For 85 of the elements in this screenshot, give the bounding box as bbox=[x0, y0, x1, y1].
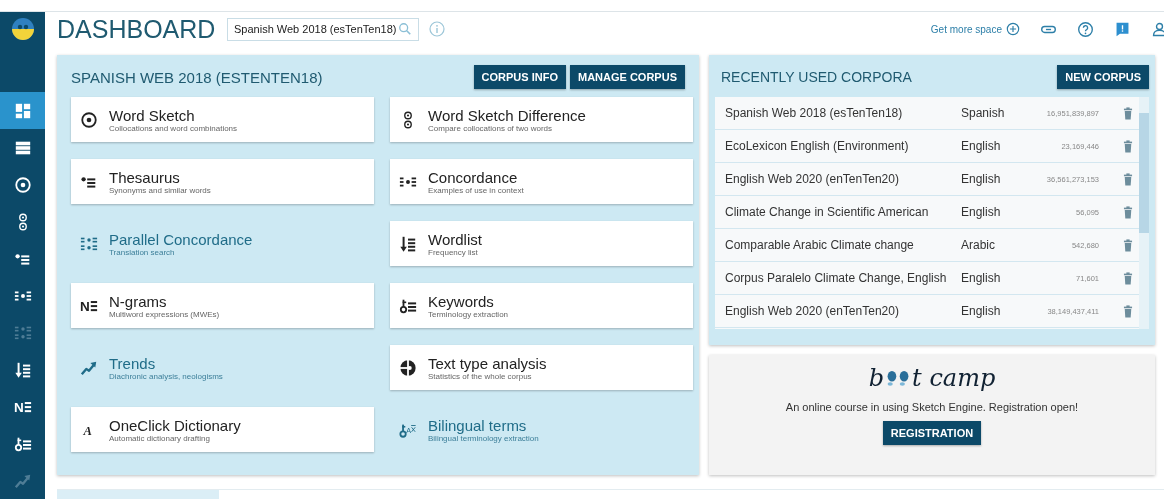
sidebar-target-icon bbox=[13, 175, 32, 194]
corpus-language: Spanish bbox=[961, 106, 1006, 120]
corpus-language: English bbox=[961, 271, 1002, 285]
tool-description: Translation search bbox=[109, 247, 176, 257]
tool-description: Bilingual terminology extraction bbox=[428, 433, 539, 443]
tool-dictionary-icon: A bbox=[80, 420, 98, 439]
tool-description: Frequency list bbox=[428, 247, 479, 257]
corpus-name: Spanish Web 2018 (esTenTen18) bbox=[725, 106, 904, 120]
tool-description: Diachronic analysis, neologisms bbox=[109, 371, 223, 381]
registration-button[interactable]: REGISTRATION bbox=[882, 421, 982, 445]
sidebar-dashboard-icon bbox=[13, 101, 32, 120]
corpus-language: Arabic bbox=[961, 238, 996, 252]
feedback-icon[interactable] bbox=[1114, 20, 1131, 38]
tool-card[interactable]: Word Sketch Difference Compare collocations of two words bbox=[390, 97, 693, 142]
corpus-title: SPANISH WEB 2018 (ESTENTEN18) bbox=[71, 68, 323, 86]
info-icon[interactable] bbox=[429, 21, 445, 37]
tool-description: Statistics of the whole corpus bbox=[428, 371, 532, 381]
tool-card[interactable]: Word Sketch Collocations and word combinations bbox=[71, 97, 374, 142]
tool-card[interactable]: Trends Diachronic analysis, neologisms bbox=[71, 345, 374, 390]
tool-name: Word Sketch bbox=[109, 106, 196, 124]
tool-name: Thesaurus bbox=[109, 168, 181, 186]
tool-target-icon bbox=[80, 110, 98, 129]
corpus-action-button[interactable]: CORPUS INFO bbox=[473, 65, 566, 89]
tool-description: Collocations and word combinations bbox=[109, 123, 238, 133]
corpus-name: English Web 2020 (enTenTen20) bbox=[725, 172, 900, 186]
search-icon[interactable] bbox=[398, 22, 412, 36]
trash-icon[interactable] bbox=[1123, 106, 1133, 120]
tool-card[interactable]: Thesaurus Synonyms and similar words bbox=[71, 159, 374, 204]
trash-icon[interactable] bbox=[1123, 172, 1133, 186]
tool-card[interactable]: Text type analysis Statistics of the whole corpus bbox=[390, 345, 693, 390]
tool-description: Multiword expressions (MWEs) bbox=[109, 309, 220, 319]
corpus-name: Corpus Paralelo Climate Change, English bbox=[725, 271, 948, 285]
tool-name: Concordance bbox=[428, 168, 519, 186]
tool-name: Wordlist bbox=[428, 230, 482, 248]
tool-sort-down-icon bbox=[399, 234, 417, 253]
bootcamp-logo-text: b bbox=[868, 365, 885, 391]
tool-name: Parallel Concordance bbox=[109, 230, 253, 248]
trash-icon[interactable] bbox=[1123, 139, 1133, 153]
trash-icon[interactable] bbox=[1123, 271, 1133, 285]
get-more-space-link[interactable]: Get more space bbox=[930, 23, 1002, 35]
tool-card[interactable]: Wordlist Frequency list bbox=[390, 221, 693, 266]
plus-circle-icon[interactable] bbox=[1006, 22, 1020, 36]
corpus-name: Climate Change in Scientific American bbox=[725, 205, 930, 219]
trash-icon[interactable] bbox=[1123, 205, 1133, 219]
tool-card[interactable]: N N-grams Multiword expressions (MWEs) bbox=[71, 283, 374, 328]
sidebar-sort-down-icon bbox=[13, 360, 32, 379]
sidebar-item[interactable]: N bbox=[0, 388, 45, 425]
trash-icon[interactable] bbox=[1123, 304, 1133, 318]
new-corpus-button[interactable]: NEW CORPUS bbox=[1057, 65, 1149, 89]
user-icon[interactable] bbox=[1151, 20, 1164, 38]
tool-card[interactable]: Concordance Examples of use in context bbox=[390, 159, 693, 204]
tool-name: Word Sketch Difference bbox=[428, 106, 586, 124]
corpus-action-button[interactable]: MANAGE CORPUS bbox=[570, 65, 685, 89]
scrollbar[interactable] bbox=[1139, 97, 1149, 329]
tool-description: Terminology extraction bbox=[428, 309, 509, 319]
tool-description: Automatic dictionary drafting bbox=[109, 433, 210, 443]
tool-name: Bilingual terms bbox=[428, 416, 528, 434]
tool-name: OneClick Dictionary bbox=[109, 416, 241, 434]
tool-card[interactable]: Keywords Terminology extraction bbox=[390, 283, 693, 328]
corpus-language: English bbox=[961, 304, 1002, 318]
logo-icon[interactable] bbox=[10, 17, 35, 41]
help-icon[interactable] bbox=[1077, 20, 1094, 38]
corpus-name: EcoLexicon English (Environment) bbox=[725, 139, 910, 153]
corpus-language: English bbox=[961, 139, 1002, 153]
tool-name: N-grams bbox=[109, 292, 168, 310]
tool-name: Trends bbox=[109, 354, 157, 372]
bootcamp-logo-text: t camp bbox=[912, 365, 996, 391]
tool-description: Compare collocations of two words bbox=[428, 123, 554, 133]
tool-name: Text type analysis bbox=[428, 354, 547, 372]
corpus-name: Comparable Arabic Climate change bbox=[725, 238, 915, 252]
trash-icon[interactable] bbox=[1123, 238, 1133, 252]
tool-card[interactable]: Parallel Concordance Translation search bbox=[71, 221, 374, 266]
tool-description: Synonyms and similar words bbox=[109, 185, 211, 195]
corpus-search-field[interactable]: Spanish Web 2018 (esTenTen18) bbox=[227, 17, 419, 41]
corpus-name: English Web 2020 (enTenTen20) bbox=[725, 304, 900, 318]
tool-card[interactable]: A OneClick Dictionary Automatic dictionary drafting bbox=[71, 407, 374, 452]
tool-name: Keywords bbox=[428, 292, 495, 310]
tool-pie-icon bbox=[399, 358, 417, 377]
tool-description: Examples of use in context bbox=[428, 185, 524, 195]
bootcamp-text: An online course in using Sketch Engine. Registration open! bbox=[785, 401, 1079, 413]
corpus-language: English bbox=[961, 205, 1002, 219]
tool-card[interactable]: A Bilingual terms Bilingual terminology extraction bbox=[390, 407, 693, 452]
recent-corpora-title: RECENTLY USED CORPORA bbox=[721, 69, 912, 85]
corpus-language: English bbox=[961, 172, 1002, 186]
page-title: DASHBOARD bbox=[57, 14, 217, 44]
